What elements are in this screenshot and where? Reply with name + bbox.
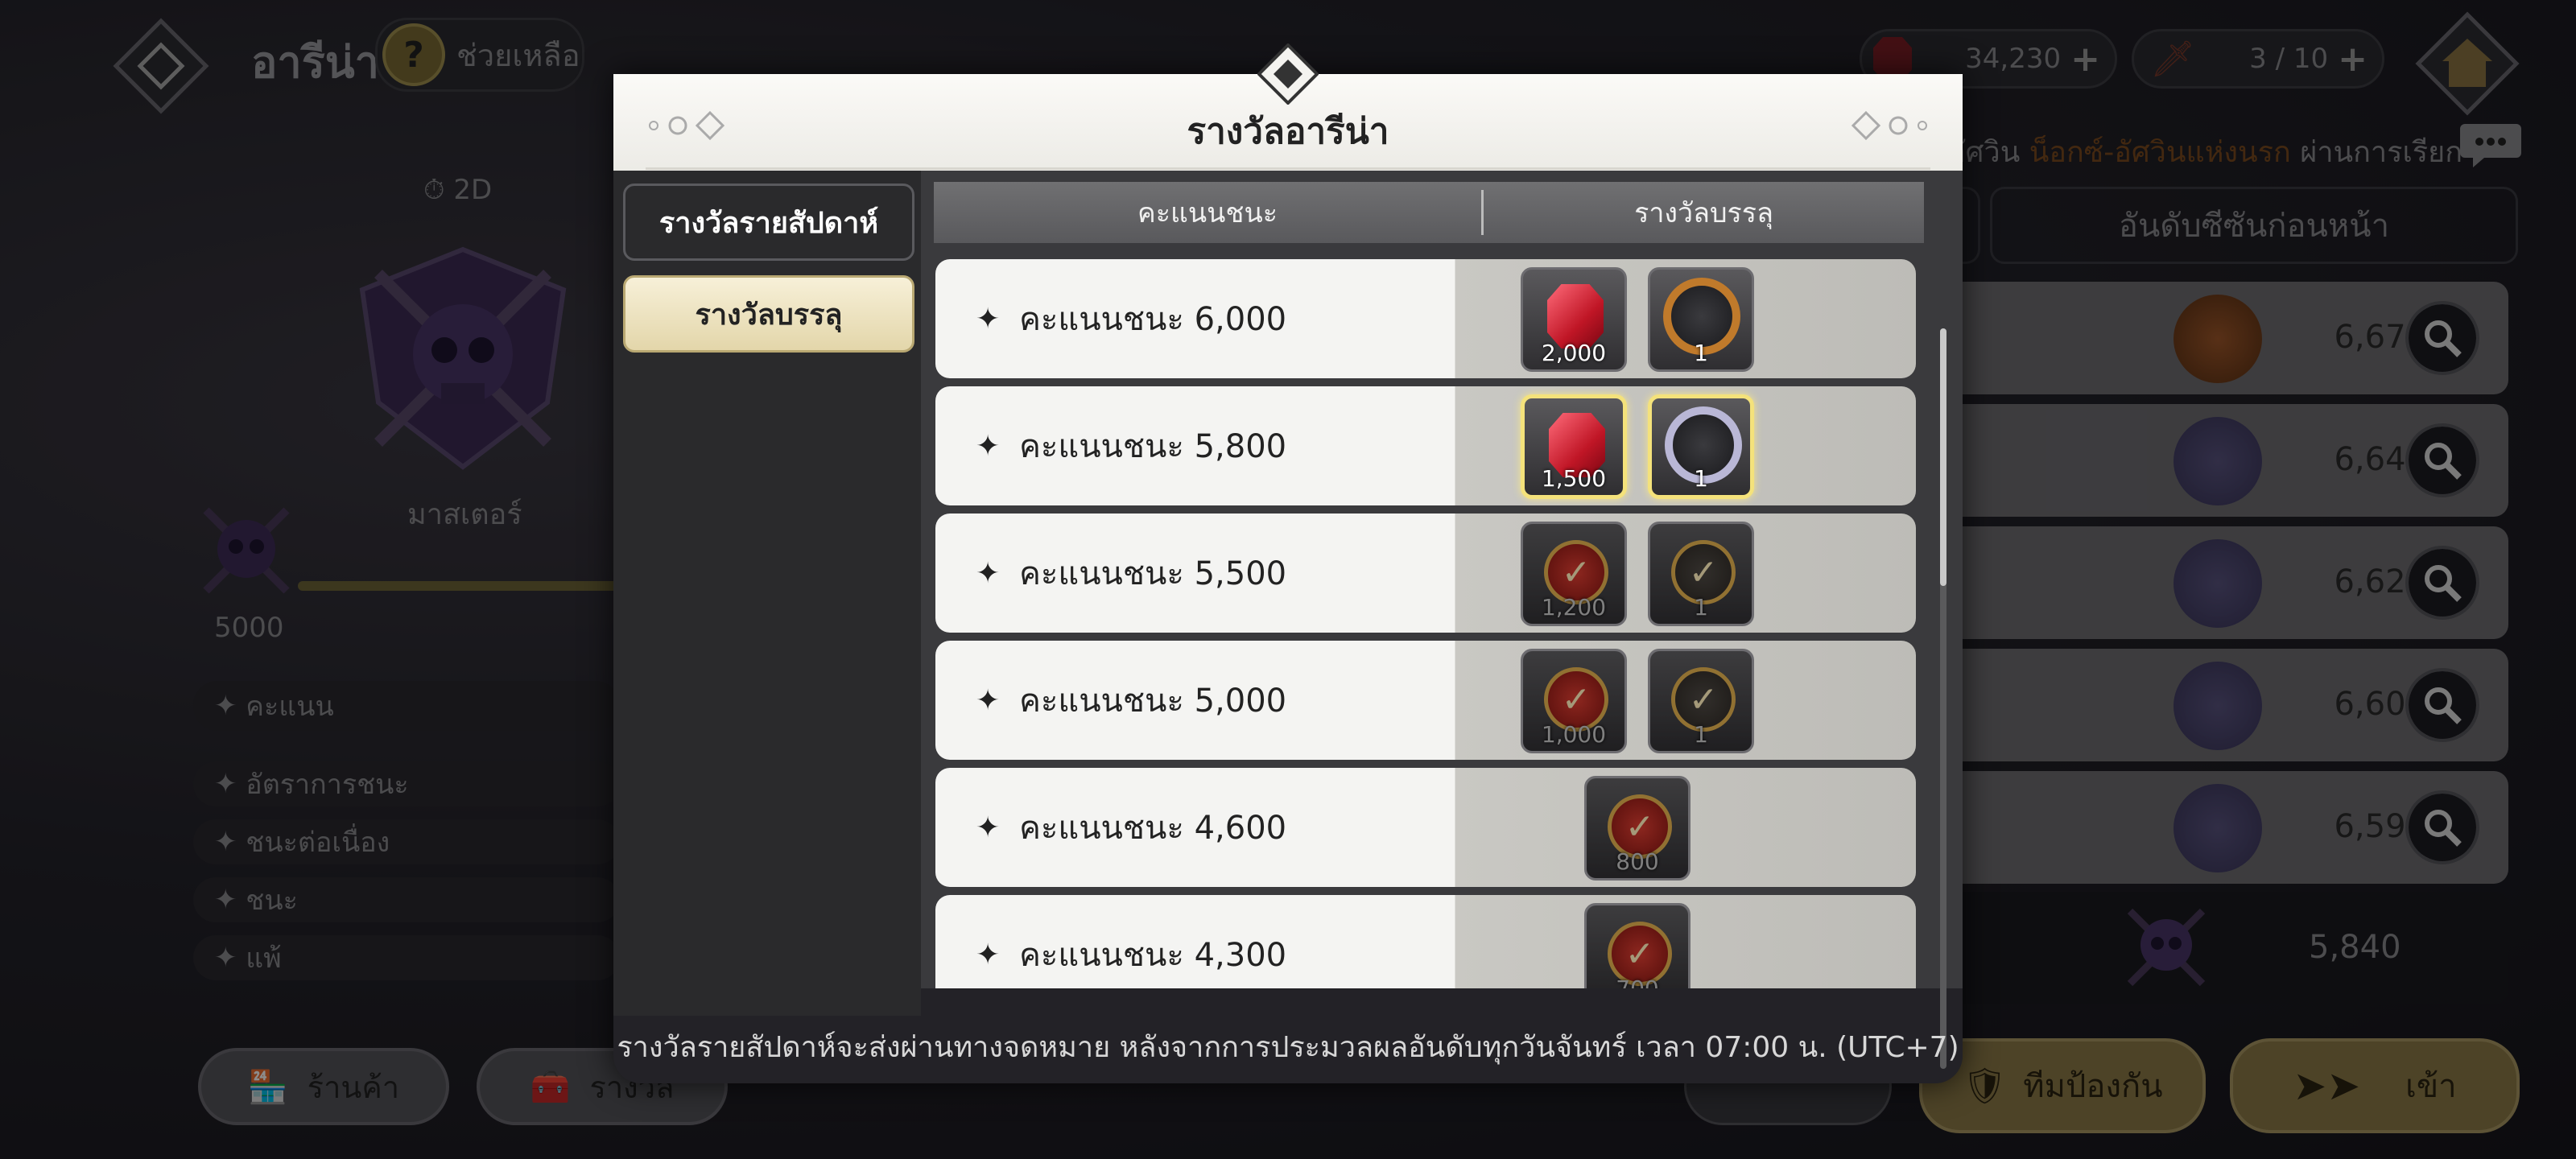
col-reward-header: รางวัลบรรลุ	[1634, 197, 1773, 229]
tab-weekly-reward[interactable]: รางวัลรายสัปดาห์	[623, 184, 914, 261]
row-score-label: คะแนนชนะ 6,000	[1019, 301, 1287, 338]
row-score-label: คะแนนชนะ 4,600	[1019, 810, 1287, 847]
reward-item[interactable]: ✓ 1	[1648, 522, 1754, 626]
claimed-dim	[1587, 905, 1688, 988]
table-header: คะแนนชนะ รางวัลบรรลุ	[934, 182, 1924, 243]
row-label: ✦ คะแนนชนะ 5,800	[976, 386, 1286, 505]
sparkle-icon: ✦	[976, 683, 1001, 717]
sparkle-icon: ✦	[976, 938, 1001, 971]
claimed-dim	[1587, 778, 1688, 878]
ornament-right-icon	[1851, 110, 1927, 141]
row-score-label: คะแนนชนะ 5,000	[1019, 683, 1287, 720]
tab-achievement-reward[interactable]: รางวัลบรรลุ	[623, 275, 914, 353]
claimed-dim	[1523, 524, 1624, 624]
row-label: ✦ คะแนนชนะ 5,500	[976, 514, 1286, 633]
sparkle-icon: ✦	[976, 302, 1001, 336]
red-gem-icon	[1547, 284, 1604, 349]
reward-item[interactable]: 1	[1648, 394, 1754, 499]
reward-item[interactable]: ✓ 1	[1648, 649, 1754, 753]
claimed-dim	[1650, 524, 1752, 624]
item-count: 2,000	[1541, 340, 1607, 366]
arena-reward-modal: รางวัลอารีน่า รางวัลรายสัปดาห์ รางวัลบรร…	[613, 43, 1963, 1083]
reward-item[interactable]: ✓ 1,200	[1521, 522, 1627, 626]
reward-category-sidebar: รางวัลรายสัปดาห์ รางวัลบรรลุ	[613, 171, 921, 1016]
sparkle-icon: ✦	[976, 429, 1001, 463]
reward-item[interactable]: ✓ 800	[1584, 776, 1690, 881]
modal-title: รางวัลอารีน่า	[1187, 111, 1389, 152]
reward-list[interactable]: คะแนนชนะ รางวัลบรรลุ ✦ คะแนนชนะ 6,000 2,00…	[921, 171, 1963, 988]
row-score-label: คะแนนชนะ 5,800	[1019, 428, 1287, 465]
col-score-header: คะแนนชนะ	[1137, 197, 1278, 229]
reward-item[interactable]: ✓ 1,000	[1521, 649, 1627, 753]
weekly-reward-footnote: รางวัลรายสัปดาห์จะส่งผ่านทางจดหมาย หลังจ…	[617, 1031, 1959, 1064]
tab-label: รางวัลรายสัปดาห์	[658, 206, 879, 240]
reward-row: ✦ คะแนนชนะ 4,600 ✓ 800	[935, 768, 1916, 887]
tab-label: รางวัลบรรลุ	[695, 298, 843, 332]
reward-row: ✦ คะแนนชนะ 5,000 ✓ 1,000 ✓ 1	[935, 641, 1916, 760]
scrollbar-thumb[interactable]	[1940, 328, 1946, 586]
item-count: 1	[1694, 340, 1708, 366]
sparkle-icon: ✦	[976, 556, 1001, 590]
claimed-dim	[1523, 651, 1624, 751]
claimed-dim	[1650, 651, 1752, 751]
item-count: 1,500	[1541, 465, 1607, 492]
diamond-ornament-icon	[1257, 43, 1319, 105]
row-label: ✦ คะแนนชนะ 6,000	[976, 259, 1286, 378]
reward-item[interactable]: 1	[1648, 267, 1754, 372]
reward-row: ✦ คะแนนชนะ 5,500 ✓ 1,200 ✓ 1	[935, 514, 1916, 633]
reward-row: ✦ คะแนนชนะ 4,300 ✓700	[935, 895, 1916, 988]
row-label: ✦ คะแนนชนะ 4,300	[976, 895, 1286, 988]
reward-item[interactable]: ✓700	[1584, 903, 1690, 988]
row-score-label: คะแนนชนะ 5,500	[1019, 555, 1287, 592]
reward-item[interactable]: 2,000	[1521, 267, 1627, 372]
reward-row: ✦ คะแนนชนะ 6,000 2,000 1	[935, 259, 1916, 378]
reward-item[interactable]: 1,500	[1521, 394, 1627, 499]
sparkle-icon: ✦	[976, 810, 1001, 844]
row-label: ✦ คะแนนชนะ 4,600	[976, 768, 1286, 887]
item-count: 1	[1694, 465, 1708, 492]
ornament-left-icon	[649, 110, 725, 141]
header-divider	[646, 167, 1930, 170]
row-label: ✦ คะแนนชนะ 5,000	[976, 641, 1286, 760]
reward-row: ✦ คะแนนชนะ 5,800 1,500 1	[935, 386, 1916, 505]
row-score-label: คะแนนชนะ 4,300	[1019, 937, 1287, 974]
